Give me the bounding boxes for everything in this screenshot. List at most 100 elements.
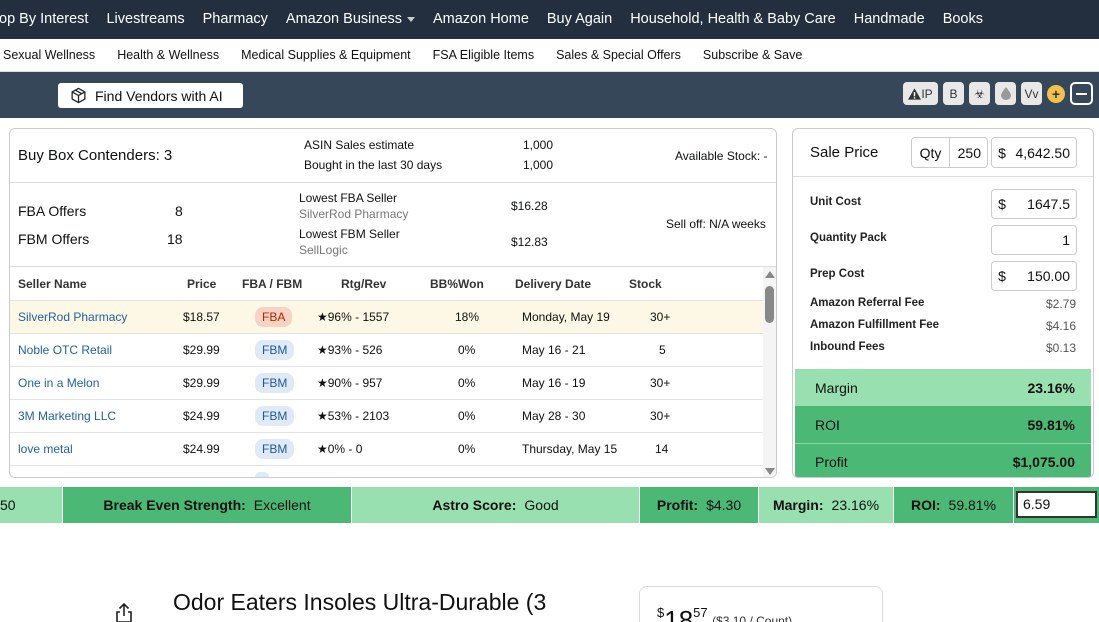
- subnav-sexual-wellness[interactable]: Sexual Wellness: [0, 48, 106, 62]
- asin-sales-value: 1,000: [523, 138, 554, 152]
- ip-warning-button[interactable]: IP: [903, 82, 938, 105]
- nav-books[interactable]: Books: [934, 0, 992, 39]
- astro-score-value: Good: [524, 497, 559, 513]
- bought-value: 1,000: [523, 158, 554, 172]
- seller-name[interactable]: love metal: [18, 442, 73, 456]
- quantity-pack-label: Quantity Pack: [810, 232, 887, 244]
- fulfillment-badge: FBA: [255, 307, 293, 327]
- stock: 30+: [650, 376, 671, 390]
- seller-price: $24.99: [183, 409, 220, 423]
- subnav-subscribe-save[interactable]: Subscribe & Save: [692, 48, 813, 62]
- quantity-pack-field[interactable]: 1: [991, 225, 1077, 255]
- bb-won: 0%: [458, 409, 476, 423]
- hazmat-button[interactable]: ☣: [969, 82, 990, 105]
- subnav-fsa-eligible[interactable]: FSA Eligible Items: [422, 48, 545, 62]
- variations-button[interactable]: Vv: [1021, 82, 1042, 105]
- sale-currency: $: [998, 144, 1006, 161]
- sub-nav: Sexual Wellness Health & Wellness Medica…: [0, 39, 1099, 72]
- nav-household[interactable]: Household, Health & Baby Care: [621, 0, 845, 39]
- nav-handmade[interactable]: Handmade: [845, 0, 934, 39]
- stock: 5: [659, 343, 666, 357]
- seller-name[interactable]: One in a Melon: [18, 376, 99, 390]
- col-bb-won[interactable]: BB%Won: [430, 277, 484, 291]
- unit-cost-value: 1647.5: [1027, 196, 1070, 212]
- col-price[interactable]: Price: [187, 277, 216, 291]
- collapse-icon[interactable]: [1070, 82, 1093, 105]
- seller-name[interactable]: Noble OTC Retail: [18, 343, 112, 357]
- nav-buy-again[interactable]: Buy Again: [538, 0, 621, 39]
- fbm-offers-label: FBM Offers: [18, 231, 90, 247]
- table-row[interactable]: Noble OTC Retail $29.99 FBM ★93% - 526 0…: [10, 333, 763, 366]
- prep-cost-field[interactable]: $ 150.00: [991, 261, 1077, 291]
- offers-panel: Buy Box Contenders: 3 ASIN Sales estimat…: [9, 128, 777, 478]
- lowest-fba-seller[interactable]: SilverRod Pharmacy: [299, 207, 408, 221]
- unit-cost-currency: $: [998, 196, 1006, 212]
- qty-value: 250: [957, 144, 981, 161]
- subnav-medical-supplies[interactable]: Medical Supplies & Equipment: [230, 48, 422, 62]
- table-row[interactable]: SilverRod Pharmacy $18.57 FBA ★96% - 155…: [10, 300, 763, 333]
- summary-row: Buy Box Contenders: 3 ASIN Sales estimat…: [10, 129, 776, 183]
- extension-toolbar: Find Vendors with AI IP B ☣ Vv +: [0, 72, 1099, 118]
- nav-pharmacy[interactable]: Pharmacy: [194, 0, 277, 39]
- delivery-date: Monday, May 19: [522, 310, 610, 324]
- lowest-fbm-seller[interactable]: SellLogic: [299, 243, 348, 257]
- qty-field[interactable]: Qty 250: [911, 137, 988, 168]
- find-vendors-button[interactable]: Find Vendors with AI: [58, 83, 243, 108]
- table-row[interactable]: 3M Marketing LLC $24.99 FBM ★53% - 2103 …: [10, 399, 763, 432]
- seller-rating: ★96% - 1557: [317, 310, 390, 324]
- strength-input[interactable]: 6.59: [1016, 491, 1097, 518]
- subnav-health-wellness[interactable]: Health & Wellness: [106, 48, 230, 62]
- nav-amazon-business-label: Amazon Business: [285, 11, 402, 27]
- fulfillment-badge: FBM: [255, 373, 295, 393]
- b-label: B: [949, 86, 958, 101]
- table-scrollbar[interactable]: [763, 267, 776, 477]
- col-fulfillment[interactable]: FBA / FBM: [242, 277, 302, 291]
- scroll-thumb[interactable]: [765, 286, 774, 323]
- unit-cost-field[interactable]: $ 1647.5: [991, 189, 1077, 219]
- nav-shop-by-interest[interactable]: op By Interest: [0, 0, 97, 39]
- break-even-value: Excellent: [253, 497, 311, 513]
- vv-label: Vv: [1024, 86, 1039, 101]
- fbm-offers-value: 18: [167, 231, 183, 247]
- lowest-fbm-price: $12.83: [511, 235, 548, 249]
- margin-band: Margin 23.16%: [795, 369, 1091, 406]
- sale-price-row: Sale Price Qty 250 $ 4,642.50: [793, 129, 1093, 177]
- nav-amazon-business[interactable]: Amazon Business: [277, 0, 424, 39]
- inbound-fees-value: $0.13: [1045, 341, 1076, 355]
- nav-amazon-home[interactable]: Amazon Home: [424, 0, 538, 39]
- scroll-up-icon[interactable]: [765, 271, 775, 278]
- top-nav: op By Interest Livestreams Pharmacy Amaz…: [0, 0, 1099, 39]
- share-icon[interactable]: [115, 602, 133, 622]
- b-button[interactable]: B: [943, 82, 964, 105]
- sale-price-field[interactable]: $ 4,642.50: [991, 137, 1077, 168]
- seller-rating: ★0% - 0: [317, 442, 363, 456]
- meltable-button[interactable]: [995, 82, 1016, 105]
- break-even-label: Break Even Strength:: [103, 497, 246, 513]
- prep-cost-label: Prep Cost: [810, 268, 865, 280]
- col-rating[interactable]: Rtg/Rev: [341, 277, 386, 291]
- plus-icon[interactable]: +: [1047, 84, 1065, 103]
- table-row[interactable]: One in a Melon $29.99 FBM ★90% - 957 0% …: [10, 366, 763, 399]
- table-row[interactable]: love metal $24.99 FBM ★0% - 0 0% Thursda…: [10, 432, 763, 465]
- margin-label: Margin: [815, 379, 858, 396]
- col-seller[interactable]: Seller Name: [18, 277, 87, 291]
- quantity-pack-value: 1: [1062, 232, 1070, 248]
- roi-segment: ROI: 59.81%: [894, 487, 1014, 523]
- table-row-partial[interactable]: [10, 465, 763, 477]
- bb-won: 0%: [458, 343, 476, 357]
- product-title: Odor Eaters Insoles Ultra-Durable (3: [173, 589, 547, 615]
- seller-name[interactable]: 3M Marketing LLC: [18, 409, 116, 423]
- margin-segment: Margin: 23.16%: [759, 487, 894, 523]
- nav-livestreams[interactable]: Livestreams: [97, 0, 193, 39]
- stock: 30+: [650, 409, 671, 423]
- roi-strip-value: 59.81%: [948, 497, 997, 513]
- col-stock[interactable]: Stock: [629, 277, 662, 291]
- delivery-date: Thursday, May 15: [522, 442, 618, 456]
- seller-name[interactable]: SilverRod Pharmacy: [18, 310, 127, 324]
- scroll-down-icon[interactable]: [765, 468, 775, 475]
- ip-label: IP: [921, 86, 933, 101]
- qty-label: Qty: [912, 138, 950, 167]
- seller-rating: ★90% - 957: [317, 376, 383, 390]
- col-delivery[interactable]: Delivery Date: [515, 277, 591, 291]
- subnav-sales-offers[interactable]: Sales & Special Offers: [545, 48, 692, 62]
